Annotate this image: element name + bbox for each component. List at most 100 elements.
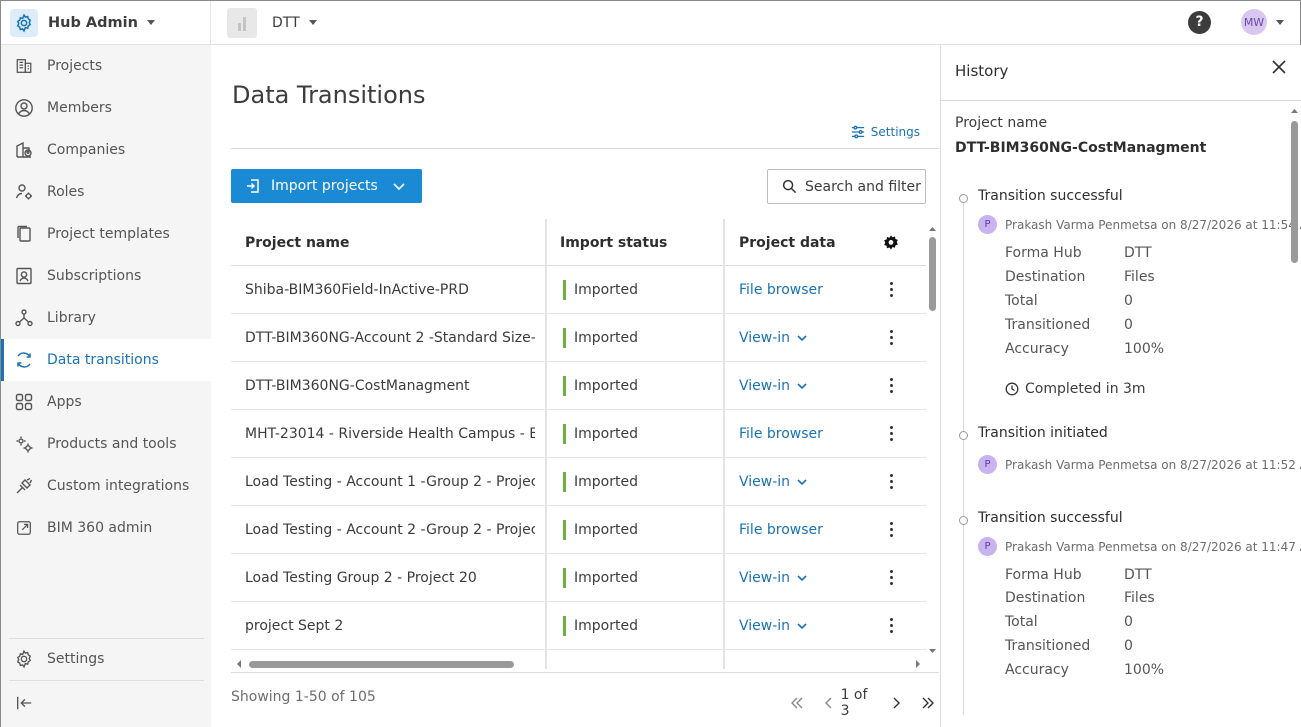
scrollbar-thumb[interactable] (1291, 121, 1298, 263)
view-in-dropdown[interactable]: View-in (739, 602, 808, 649)
project-switcher[interactable]: DTT (227, 7, 317, 38)
subscriptions-icon (14, 266, 34, 286)
chevron-down-icon[interactable] (392, 179, 406, 193)
project-name-cell: DTT-BIM360NG-Account 2 -Standard Size-..… (245, 329, 535, 346)
integrations-icon (14, 476, 34, 496)
collapse-sidebar-button[interactable] (1, 682, 211, 724)
user-avatar[interactable]: MW (1241, 9, 1267, 35)
table-vertical-scrollbar[interactable] (928, 225, 937, 655)
table-row[interactable]: MHT-23014 - Riverside Health Campus - E.… (231, 410, 926, 458)
sidebar-item-projects[interactable]: Projects (1, 45, 211, 87)
sidebar-item-companies[interactable]: Companies (1, 129, 211, 171)
import-projects-button[interactable]: Import projects (231, 169, 422, 203)
sidebar-item-settings[interactable]: Settings (1, 638, 211, 680)
project-name-cell: Load Testing - Account 2 -Group 2 - Proj… (245, 521, 535, 538)
scrollbar-thumb[interactable] (249, 661, 514, 668)
import-projects-label: Import projects (271, 178, 378, 194)
search-and-filter-button[interactable]: Search and filter (767, 169, 926, 204)
status-label: Imported (574, 281, 638, 298)
first-page-icon[interactable] (785, 692, 809, 714)
row-more-menu[interactable] (881, 602, 901, 649)
sidebar-item-library[interactable]: Library (1, 297, 211, 339)
history-panel: History Project name DTT-BIM360NG-CostMa… (940, 45, 1301, 727)
project-name: DTT (272, 14, 300, 31)
event-title: Transition initiated (978, 425, 1108, 441)
settings-link[interactable]: Settings (851, 125, 920, 139)
status-indicator (563, 375, 566, 396)
column-header-import-status[interactable]: Import status (560, 219, 667, 266)
row-more-menu[interactable] (881, 314, 901, 361)
results-count: Showing 1-50 of 105 (231, 689, 376, 705)
sidebar-item-subscriptions[interactable]: Subscriptions (1, 255, 211, 297)
detail-row: Transitioned 0 (1005, 638, 1133, 654)
view-in-dropdown[interactable]: View-in (739, 554, 808, 601)
event-timestamp: on 8/27/2026 at 11:54 AM (1161, 217, 1301, 232)
sidebar-item-data-transitions[interactable]: Data transitions (1, 339, 211, 381)
sidebar-item-project-templates[interactable]: Project templates (1, 213, 211, 255)
row-more-menu[interactable] (881, 410, 901, 457)
sidebar-item-roles[interactable]: Roles (1, 171, 211, 213)
previous-page-icon[interactable] (817, 692, 841, 714)
row-more-menu[interactable] (881, 554, 901, 601)
project-data-link[interactable]: File browser (739, 266, 823, 313)
chevron-down-icon (797, 574, 807, 581)
table-row[interactable]: Load Testing Group 2 - Project 20 Import… (231, 554, 926, 602)
detail-row: Total 0 (1005, 293, 1133, 309)
building-icon (14, 56, 34, 76)
last-page-icon[interactable] (916, 692, 940, 714)
caret-down-icon[interactable] (1276, 19, 1284, 25)
event-timestamp: on 8/27/2026 at 11:52 AM (1161, 457, 1301, 472)
column-header-project-data[interactable]: Project data (739, 219, 836, 266)
table-horizontal-scrollbar[interactable] (231, 658, 926, 670)
help-icon[interactable]: ? (1188, 10, 1211, 34)
table-row[interactable]: Shiba-BIM360Field-InActive-PRD Imported … (231, 266, 926, 314)
sidebar-item-bim-360-admin[interactable]: BIM 360 admin (1, 507, 211, 549)
column-header-project-name[interactable]: Project name (245, 219, 349, 266)
import-status-cell: Imported (563, 602, 638, 649)
divider (231, 672, 939, 673)
status-indicator (563, 423, 566, 444)
scrollbar-thumb[interactable] (929, 237, 936, 311)
gear-icon (14, 649, 34, 669)
timeline-dot (959, 431, 968, 440)
table-row[interactable]: DTT-BIM360NG-CostManagment Imported View… (231, 362, 926, 410)
sidebar-item-members[interactable]: Members (1, 87, 211, 129)
column-settings-gear-icon[interactable] (882, 219, 900, 266)
project-data-link[interactable]: File browser (739, 506, 823, 553)
row-more-menu[interactable] (881, 458, 901, 505)
sidebar-item-apps[interactable]: Apps (1, 381, 211, 423)
row-more-menu[interactable] (881, 362, 901, 409)
sidebar-item-label: Members (47, 100, 112, 116)
event-user: P Prakash Varma Penmetsa on 8/27/2026 at… (978, 455, 1301, 474)
project-data-link[interactable]: File browser (739, 410, 823, 457)
hub-switcher[interactable]: Hub Admin (1, 0, 211, 45)
sidebar-item-products-and-tools[interactable]: Products and tools (1, 423, 211, 465)
view-in-dropdown[interactable]: View-in (739, 362, 808, 409)
chevron-down-icon (797, 382, 807, 389)
next-page-icon[interactable] (884, 692, 908, 714)
detail-row: Forma Hub DTT (1005, 567, 1152, 583)
history-scrollbar[interactable] (1290, 109, 1299, 727)
close-icon[interactable] (1271, 59, 1287, 79)
table-row[interactable]: Load Testing - Account 1 -Group 2 - Proj… (231, 458, 926, 506)
timeline-line (963, 195, 964, 715)
table-row[interactable]: DTT-BIM360NG-Account 2 -Standard Size-..… (231, 314, 926, 362)
companies-icon (14, 140, 34, 160)
import-status-cell: Imported (563, 458, 638, 505)
timeline-dot (959, 194, 968, 203)
row-more-menu[interactable] (881, 506, 901, 553)
row-more-menu[interactable] (881, 266, 901, 313)
divider (231, 148, 939, 149)
sidebar-item-custom-integrations[interactable]: Custom integrations (1, 465, 211, 507)
status-label: Imported (574, 473, 638, 490)
view-in-dropdown[interactable]: View-in (739, 458, 808, 505)
status-indicator (563, 327, 566, 348)
view-in-dropdown[interactable]: View-in (739, 314, 808, 361)
project-data-label: File browser (739, 281, 823, 298)
detail-row: Accuracy 100% (1005, 662, 1165, 678)
project-data-label: View-in (739, 377, 791, 394)
event-user-name: Prakash Varma Penmetsa (1005, 217, 1158, 232)
page-indicator: 1 of 3 (840, 687, 868, 719)
table-row[interactable]: Load Testing - Account 2 -Group 2 - Proj… (231, 506, 926, 554)
table-row[interactable]: project Sept 2 Imported View-in (231, 602, 926, 650)
